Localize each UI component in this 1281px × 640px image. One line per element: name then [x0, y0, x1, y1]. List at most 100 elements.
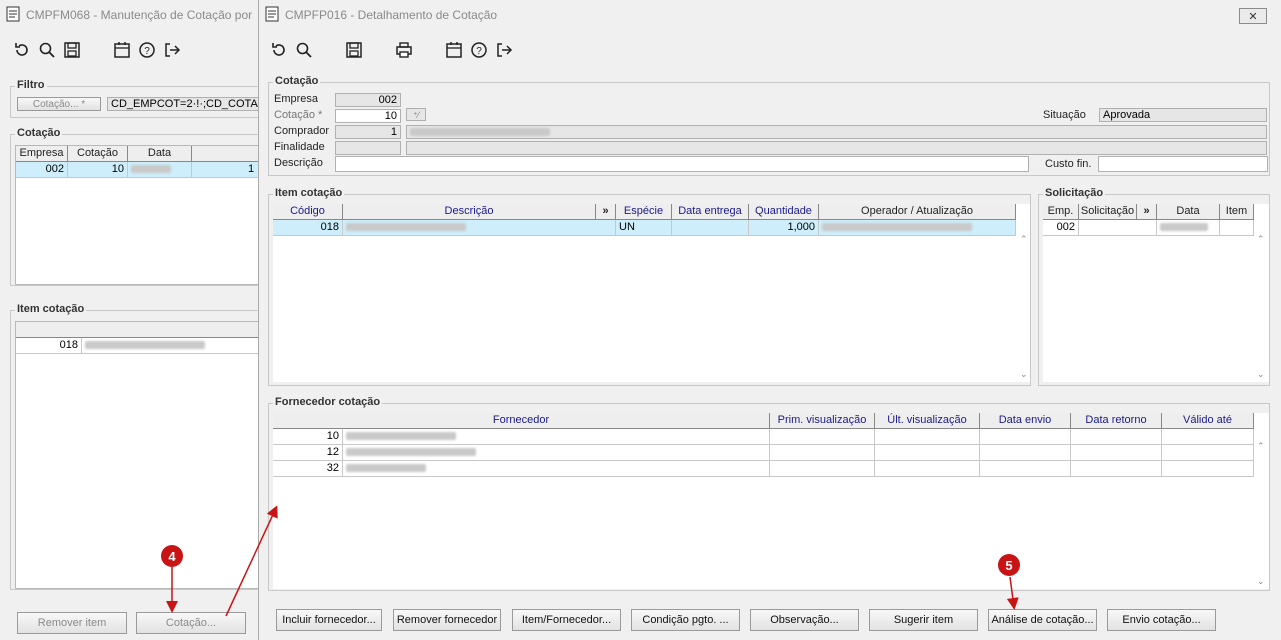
col-descricao[interactable]: Descrição: [343, 204, 596, 220]
save-icon[interactable]: [62, 40, 82, 60]
fornecedor-row-retorno[interactable]: [1071, 429, 1162, 445]
search-icon[interactable]: [294, 40, 314, 60]
search-icon[interactable]: [37, 40, 57, 60]
col-emp[interactable]: Emp.: [1043, 204, 1079, 220]
finalidade-field[interactable]: [335, 141, 401, 155]
fornecedor-row-prim[interactable]: [770, 461, 875, 477]
help-icon[interactable]: ?: [137, 40, 157, 60]
col-data-envio[interactable]: Data envio: [980, 413, 1071, 429]
fornecedor-row-retorno[interactable]: [1071, 445, 1162, 461]
col-sol-data[interactable]: Data: [1157, 204, 1220, 220]
item-fornecedor-button[interactable]: Item/Fornecedor...: [512, 609, 621, 631]
col-sol-item[interactable]: Item: [1220, 204, 1254, 220]
item-row-codigo[interactable]: 018: [273, 220, 343, 236]
back-filtro-value[interactable]: CD_EMPCOT=2·!·;CD_COTACA: [107, 97, 263, 111]
refresh-icon[interactable]: [12, 40, 32, 60]
item-row-data-entrega[interactable]: [672, 220, 749, 236]
scroll-up-icon[interactable]: ⌃: [1020, 234, 1028, 245]
calendar-icon[interactable]: [112, 40, 132, 60]
fornecedor-row-retorno[interactable]: [1071, 461, 1162, 477]
back-cotacao-row-empresa[interactable]: 002: [16, 162, 68, 178]
help-icon[interactable]: ?: [469, 40, 489, 60]
save-icon[interactable]: [344, 40, 364, 60]
back-col-empresa[interactable]: Empresa: [16, 146, 68, 162]
fornecedor-row-code[interactable]: 32: [273, 461, 343, 477]
cotacao-field[interactable]: 10: [335, 109, 401, 123]
empresa-field[interactable]: 002: [335, 93, 401, 107]
sol-row-solicitacao[interactable]: [1079, 220, 1157, 236]
scroll-up-icon[interactable]: ⌃: [1257, 234, 1265, 245]
col-especie[interactable]: Espécie: [616, 204, 672, 220]
col-data-retorno[interactable]: Data retorno: [1071, 413, 1162, 429]
fornecedor-row-name[interactable]: [343, 461, 770, 477]
fornecedor-row-name[interactable]: [343, 429, 770, 445]
comprador-field[interactable]: 1: [335, 125, 401, 139]
fornecedor-row-prim[interactable]: [770, 429, 875, 445]
remover-item-button[interactable]: Remover item: [17, 612, 127, 634]
fornecedor-row-ult[interactable]: [875, 461, 980, 477]
envio-cotacao-button[interactable]: Envio cotação...: [1107, 609, 1216, 631]
observacao-button[interactable]: Observação...: [750, 609, 859, 631]
incluir-fornecedor-button[interactable]: Incluir fornecedor...: [276, 609, 382, 631]
item-row-quantidade[interactable]: 1,000: [749, 220, 819, 236]
calendar-icon[interactable]: [444, 40, 464, 60]
col-quantidade[interactable]: Quantidade: [749, 204, 819, 220]
back-col-data[interactable]: Data: [128, 146, 192, 162]
col-sol-expand[interactable]: »: [1137, 204, 1157, 220]
sol-row-emp[interactable]: 002: [1043, 220, 1079, 236]
col-solicitacao[interactable]: Solicitação: [1079, 204, 1137, 220]
col-operador[interactable]: Operador / Atualização: [819, 204, 1016, 220]
back-item-row-codigo[interactable]: 018: [16, 338, 82, 354]
sugerir-item-button[interactable]: Sugerir item: [869, 609, 978, 631]
fornecedor-row-envio[interactable]: [980, 445, 1071, 461]
scroll-down-icon[interactable]: ⌄: [1020, 369, 1028, 380]
back-cotacao-button[interactable]: Cotação...: [136, 612, 246, 634]
cotacao-lookup-button[interactable]: ⁺⁄: [406, 108, 426, 121]
exit-icon[interactable]: [494, 40, 514, 60]
refresh-icon[interactable]: [269, 40, 289, 60]
scroll-down-icon[interactable]: ⌄: [1257, 369, 1265, 380]
remover-fornecedor-button[interactable]: Remover fornecedor: [393, 609, 501, 631]
close-icon[interactable]: ✕: [1239, 8, 1267, 24]
print-icon[interactable]: [394, 40, 414, 60]
condicao-pgto-button[interactable]: Condição pgto. ...: [631, 609, 740, 631]
item-row-especie[interactable]: UN: [616, 220, 672, 236]
col-prim-visualizacao[interactable]: Prim. visualização: [770, 413, 875, 429]
analise-cotacao-button[interactable]: Análise de cotação...: [988, 609, 1097, 631]
back-item-row-descricao[interactable]: [82, 338, 260, 354]
back-cotacao-row-cotacao[interactable]: 10: [68, 162, 128, 178]
back-col-extra[interactable]: [192, 146, 260, 162]
fornecedor-row-prim[interactable]: [770, 445, 875, 461]
scroll-up-icon[interactable]: ⌃: [1257, 441, 1265, 452]
fornecedor-row-name[interactable]: [343, 445, 770, 461]
back-window: CMPFM068 - Manutenção de Cotação por ? F…: [0, 0, 263, 640]
col-fornecedor[interactable]: Fornecedor: [273, 413, 770, 429]
col-expand[interactable]: »: [596, 204, 616, 220]
custo-fin-field[interactable]: [1098, 156, 1268, 172]
fornecedor-row-valido[interactable]: [1162, 429, 1254, 445]
fornecedor-row-valido[interactable]: [1162, 461, 1254, 477]
col-data-entrega[interactable]: Data entrega: [672, 204, 749, 220]
item-row-operador[interactable]: [819, 220, 1016, 236]
descricao-field[interactable]: [335, 156, 1029, 172]
back-item-header[interactable]: [16, 322, 260, 338]
back-col-cotacao[interactable]: Cotação: [68, 146, 128, 162]
scroll-down-icon[interactable]: ⌄: [1257, 576, 1265, 587]
fornecedor-row-code[interactable]: 10: [273, 429, 343, 445]
col-ult-visualizacao[interactable]: Últ. visualização: [875, 413, 980, 429]
back-cotacao-row-extra[interactable]: 1: [192, 162, 260, 178]
fornecedor-row-ult[interactable]: [875, 445, 980, 461]
sol-row-data[interactable]: [1157, 220, 1220, 236]
item-row-descricao[interactable]: [343, 220, 616, 236]
fornecedor-row-envio[interactable]: [980, 461, 1071, 477]
fornecedor-row-valido[interactable]: [1162, 445, 1254, 461]
exit-icon[interactable]: [162, 40, 182, 60]
col-valido-ate[interactable]: Válido até: [1162, 413, 1254, 429]
back-cotacao-row-data[interactable]: [128, 162, 192, 178]
fornecedor-row-envio[interactable]: [980, 429, 1071, 445]
sol-row-item[interactable]: [1220, 220, 1254, 236]
fornecedor-row-ult[interactable]: [875, 429, 980, 445]
col-codigo[interactable]: Código: [273, 204, 343, 220]
back-filtro-cotacao-button[interactable]: Cotação... *: [17, 97, 101, 111]
fornecedor-row-code[interactable]: 12: [273, 445, 343, 461]
